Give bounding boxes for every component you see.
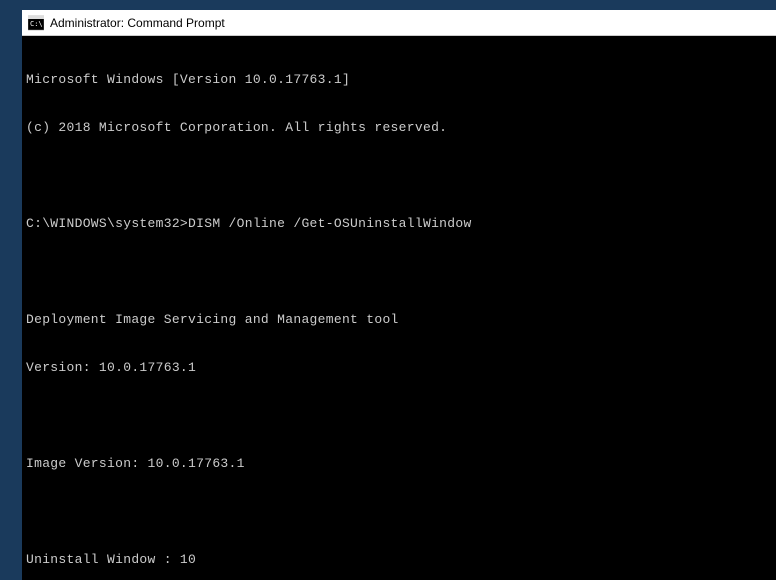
terminal-line bbox=[26, 504, 772, 520]
window-title: Administrator: Command Prompt bbox=[50, 16, 225, 30]
command-prompt-window: C:\ Administrator: Command Prompt Micros… bbox=[22, 10, 776, 580]
terminal-line bbox=[26, 408, 772, 424]
terminal-line: Deployment Image Servicing and Managemen… bbox=[26, 312, 772, 328]
terminal-line bbox=[26, 168, 772, 184]
titlebar[interactable]: C:\ Administrator: Command Prompt bbox=[22, 10, 776, 36]
cmd-icon: C:\ bbox=[28, 15, 44, 31]
terminal-line bbox=[26, 264, 772, 280]
svg-text:C:\: C:\ bbox=[30, 20, 43, 28]
terminal-line: (c) 2018 Microsoft Corporation. All righ… bbox=[26, 120, 772, 136]
terminal-line: Uninstall Window : 10 bbox=[26, 552, 772, 568]
terminal-line: Version: 10.0.17763.1 bbox=[26, 360, 772, 376]
terminal-line: C:\WINDOWS\system32>DISM /Online /Get-OS… bbox=[26, 216, 772, 232]
terminal-line: Microsoft Windows [Version 10.0.17763.1] bbox=[26, 72, 772, 88]
terminal-line: Image Version: 10.0.17763.1 bbox=[26, 456, 772, 472]
terminal-output[interactable]: Microsoft Windows [Version 10.0.17763.1]… bbox=[22, 36, 776, 580]
